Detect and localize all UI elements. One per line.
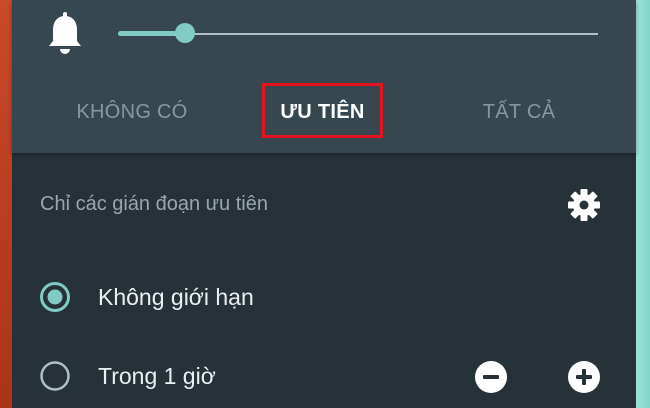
option-label-one-hour: Trong 1 giờ xyxy=(98,363,216,389)
background-right-edge xyxy=(636,0,650,408)
gear-icon[interactable] xyxy=(566,187,602,223)
plus-circle-icon[interactable] xyxy=(567,360,601,394)
radio-unselected-icon[interactable] xyxy=(39,360,71,392)
tab-all[interactable]: TẤT CẢ xyxy=(460,95,578,129)
tab-priority-highlight xyxy=(262,83,383,138)
interruptions-panel: KHÔNG CÓ ƯU TIÊN TẤT CẢ Chỉ các gián đoạ… xyxy=(12,0,636,408)
tab-none[interactable]: KHÔNG CÓ xyxy=(56,95,208,129)
bell-icon[interactable] xyxy=(43,11,87,57)
option-label-unlimited: Không giới hạn xyxy=(98,284,254,310)
section-title: Chỉ các gián đoạn ưu tiên xyxy=(40,193,268,215)
volume-slider-thumb[interactable] xyxy=(175,23,196,43)
radio-selected-icon[interactable] xyxy=(39,281,71,313)
option-row-one-hour[interactable]: Trong 1 giờ xyxy=(12,354,636,398)
background-left-edge xyxy=(0,0,12,408)
minus-circle-icon[interactable] xyxy=(474,360,508,394)
volume-and-tabs-header: KHÔNG CÓ ƯU TIÊN TẤT CẢ xyxy=(12,0,636,153)
option-row-unlimited[interactable]: Không giới hạn xyxy=(12,275,636,319)
